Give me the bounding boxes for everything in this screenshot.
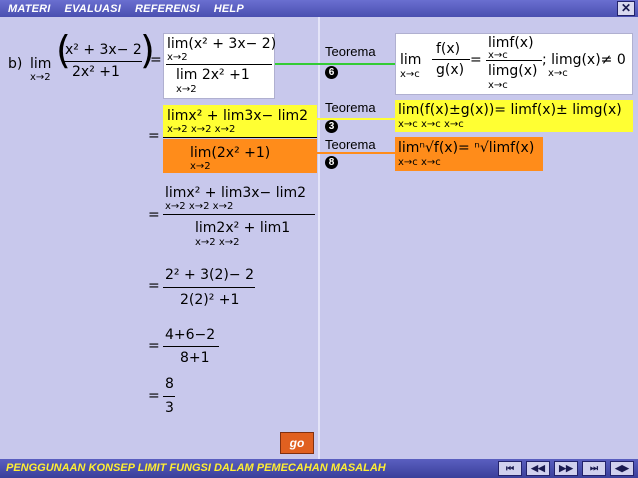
- problem-lim-sub: x→2: [30, 72, 51, 83]
- step5-equals: =: [148, 338, 160, 354]
- problem-equals: =: [150, 52, 162, 68]
- step2-den-sub: x→2: [190, 161, 211, 172]
- panel-divider: [318, 17, 320, 459]
- theorem8-formula: limⁿ√f(x)= ⁿ√limf(x): [398, 140, 535, 156]
- theorem8-number: 8: [325, 156, 338, 169]
- theorem6-rhs-den: limg(x): [488, 63, 538, 79]
- step3-num-subs: x→2 x→2 x→2: [165, 201, 234, 212]
- footer-title: PENGGUNAAN KONSEP LIMIT FUNGSI DALAM PEM…: [6, 462, 386, 474]
- step3-fraction-line: [163, 214, 315, 215]
- menu-bar: MATERI EVALUASI REFERENSI HELP ✕: [0, 0, 638, 17]
- step4-equals: =: [148, 278, 160, 294]
- theorem3-label: Teorema: [325, 100, 376, 115]
- connector-theorem8: [317, 152, 395, 154]
- step1-fraction-line: [166, 64, 272, 65]
- step5-denominator: 8+1: [180, 350, 210, 366]
- step4-numerator: 2² + 3(2)− 2: [165, 267, 254, 283]
- step6-equals: =: [148, 388, 160, 404]
- theorem6-rhs-den-sub: x→c: [488, 80, 508, 91]
- theorem6-num: f(x): [436, 41, 461, 57]
- nav-first-button[interactable]: ⏮: [498, 461, 522, 476]
- step1-denominator: lim 2x² +1: [176, 67, 250, 83]
- theorem6-label: Teorema: [325, 44, 376, 59]
- menu-materi[interactable]: MATERI: [8, 3, 51, 15]
- step2-equals: =: [148, 128, 160, 144]
- step6-denominator: 3: [165, 400, 174, 416]
- theorem6-rhs-num: limf(x): [488, 35, 534, 51]
- step1-num-sub: x→2: [167, 52, 188, 63]
- menu-evaluasi[interactable]: EVALUASI: [65, 3, 121, 15]
- step2-fraction-line: [163, 137, 317, 138]
- connector-theorem6: [275, 63, 395, 65]
- theorem6-cond: ; limg(x)≠ 0: [542, 52, 626, 68]
- menu-referensi[interactable]: REFERENSI: [135, 3, 200, 15]
- theorem3-formula: lim(f(x)±g(x))= limf(x)± limg(x): [398, 102, 622, 118]
- step2-num-subs: x→2 x→2 x→2: [167, 124, 236, 135]
- step1-numerator: lim(x² + 3x− 2): [167, 36, 277, 52]
- problem-fraction-line: [64, 61, 142, 62]
- theorem6-lim: lim: [400, 52, 422, 68]
- nav-prev-button[interactable]: ◀◀: [526, 461, 550, 476]
- footer-bar: PENGGUNAAN KONSEP LIMIT FUNGSI DALAM PEM…: [0, 459, 638, 478]
- go-button[interactable]: go: [280, 432, 314, 454]
- problem-denominator: 2x² +1: [72, 64, 120, 80]
- theorem6-frac-line: [432, 59, 470, 60]
- step6-fraction-line: [163, 396, 175, 397]
- nav-toggle-button[interactable]: ◀▶: [610, 461, 634, 476]
- problem-lim: lim: [30, 56, 52, 72]
- theorem6-number: 6: [325, 66, 338, 79]
- step5-fraction-line: [163, 346, 219, 347]
- nav-next-button[interactable]: ▶▶: [554, 461, 578, 476]
- theorem6-rhs-frac-line: [486, 60, 542, 61]
- step3-denominator: lim2x² + lim1: [195, 220, 291, 236]
- step4-denominator: 2(2)² +1: [180, 292, 240, 308]
- menu-help[interactable]: HELP: [214, 3, 244, 15]
- theorem3-number: 3: [325, 120, 338, 133]
- theorem6-den: g(x): [436, 62, 465, 78]
- step4-fraction-line: [163, 287, 255, 288]
- step3-equals: =: [148, 207, 160, 223]
- step3-numerator: limx² + lim3x− lim2: [165, 185, 307, 201]
- step6-numerator: 8: [165, 376, 174, 392]
- theorem8-label: Teorema: [325, 137, 376, 152]
- problem-numerator: x² + 3x− 2: [65, 42, 142, 58]
- theorem8-subs: x→c x→c: [398, 157, 441, 168]
- step2-numerator: limx² + lim3x− lim2: [167, 108, 309, 124]
- theorem6-cond-sub: x→c: [548, 68, 568, 79]
- step2-denominator: lim(2x² +1): [190, 145, 271, 161]
- step5-numerator: 4+6−2: [165, 327, 216, 343]
- close-button[interactable]: ✕: [617, 1, 635, 16]
- nav-last-button[interactable]: ⏭: [582, 461, 606, 476]
- problem-label: b): [8, 56, 23, 72]
- theorem6-eq: =: [470, 52, 482, 68]
- theorem3-subs: x→c x→c x→c: [398, 119, 464, 130]
- step1-den-sub: x→2: [176, 84, 197, 95]
- theorem6-lim-sub: x→c: [400, 69, 420, 80]
- step3-den-subs: x→2 x→2: [195, 237, 240, 248]
